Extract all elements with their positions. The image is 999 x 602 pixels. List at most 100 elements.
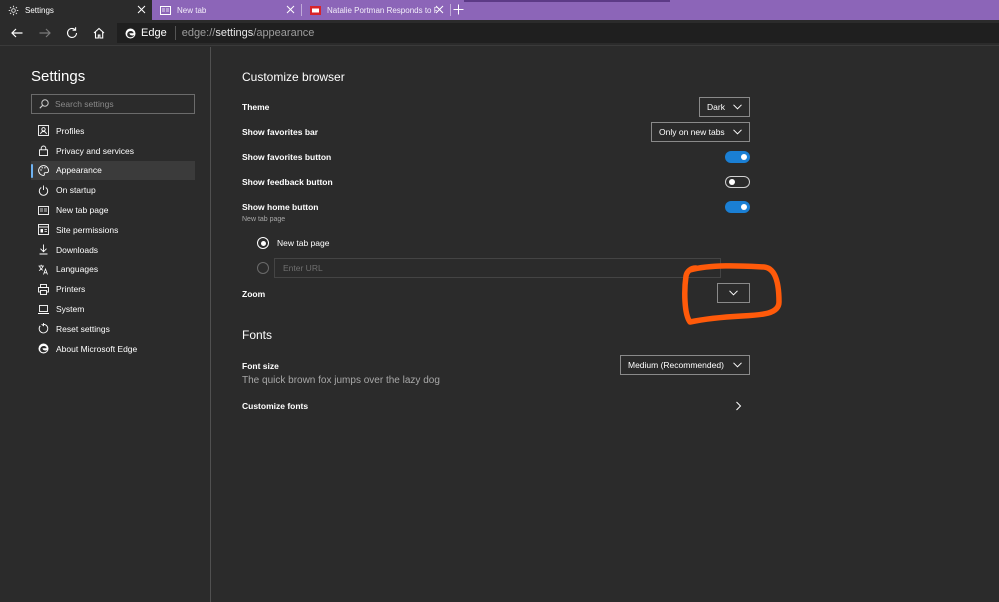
font-size-dropdown[interactable]: Medium (Recommended): [620, 355, 750, 375]
tab-strip: Settings New tab Natalie Portman Respond…: [0, 0, 999, 20]
url-text: edge://settings/appearance: [182, 27, 315, 39]
favorites-button-toggle[interactable]: [725, 151, 750, 163]
radio-new-tab-page[interactable]: [257, 237, 269, 249]
download-icon: [38, 244, 49, 255]
font-size-label: Font size: [242, 361, 279, 371]
home-button-sublabel: New tab page: [242, 216, 286, 223]
sidebar-item-about[interactable]: About Microsoft Edge: [31, 339, 195, 359]
home-url-input[interactable]: [275, 259, 720, 277]
tab-separator: [450, 4, 451, 16]
tab-settings[interactable]: Settings: [0, 0, 152, 20]
close-tab-icon[interactable]: [137, 5, 146, 14]
radio-label-new-tab-page: New tab page: [277, 238, 330, 248]
printer-icon: [38, 283, 49, 295]
sidebar-item-label: Profiles: [56, 125, 85, 136]
sidebar-item-label: System: [56, 304, 85, 315]
url-scheme: edge://: [181, 27, 216, 39]
sidebar-item-languages[interactable]: Languages: [31, 260, 195, 280]
radio-enter-url[interactable]: [257, 262, 269, 274]
sidebar-item-on-startup[interactable]: On startup: [31, 180, 195, 200]
zoom-label: Zoom: [242, 289, 266, 299]
search-input[interactable]: [55, 99, 194, 109]
zoom-dropdown[interactable]: [717, 283, 750, 303]
fonts-heading: Fonts: [242, 328, 273, 342]
sidebar-item-label: Privacy and services: [56, 145, 134, 156]
url-path: /appearance: [253, 27, 315, 39]
sidebar-item-label: Downloads: [56, 244, 99, 255]
chevron-down-icon: [733, 129, 742, 135]
sidebar-item-printers[interactable]: Printers: [31, 279, 195, 299]
theme-dropdown[interactable]: Dark: [699, 97, 750, 117]
sidebar-item-downloads[interactable]: Downloads: [31, 240, 195, 260]
customize-fonts-label[interactable]: Customize fonts: [242, 401, 308, 411]
home-url-field[interactable]: [274, 258, 721, 278]
sidebar-item-label: Site permissions: [56, 224, 119, 235]
favorites-bar-dropdown[interactable]: Only on new tabs: [651, 122, 750, 142]
new-tab-page-icon: [38, 205, 49, 216]
sidebar-item-new-tab-page[interactable]: New tab page: [31, 200, 195, 220]
profile-icon: [38, 125, 49, 137]
chevron-down-icon: [733, 104, 742, 110]
laptop-icon: [38, 304, 49, 315]
chevron-down-icon: [729, 290, 738, 296]
tab-new-tab[interactable]: New tab: [152, 0, 301, 20]
theme-label: Theme: [242, 102, 270, 112]
home-option-new-tab[interactable]: New tab page: [257, 237, 329, 249]
favorites-bar-value: Only on new tabs: [659, 127, 725, 137]
power-icon: [38, 185, 49, 196]
edge-logo-icon: [125, 28, 136, 39]
chevron-down-icon: [733, 362, 742, 368]
back-arrow-icon[interactable]: [10, 26, 24, 40]
close-tab-icon[interactable]: [286, 5, 295, 14]
sidebar-item-profiles[interactable]: Profiles: [31, 121, 195, 141]
home-button-toggle[interactable]: [725, 201, 750, 213]
search-icon: [39, 99, 49, 109]
languages-icon: [38, 264, 49, 275]
feedback-button-label: Show feedback button: [242, 177, 333, 187]
settings-content: Customize browser Theme Dark Show favori…: [212, 47, 999, 602]
new-tab-plus-icon[interactable]: [452, 3, 465, 16]
sidebar-item-label: Languages: [56, 264, 99, 275]
home-icon[interactable]: [92, 26, 106, 40]
tab-title: Settings: [25, 5, 54, 15]
address-separator: [174, 26, 176, 40]
sidebar-item-site-permissions[interactable]: Site permissions: [31, 220, 195, 240]
palette-icon: [38, 165, 49, 176]
chevron-right-icon[interactable]: [735, 401, 742, 411]
sidebar-item-label: On startup: [56, 185, 96, 196]
sidebar-item-label: Reset settings: [56, 323, 110, 334]
sidebar-item-label: About Microsoft Edge: [56, 343, 138, 354]
sidebar-item-label: New tab page: [56, 205, 109, 216]
home-option-url[interactable]: [257, 262, 269, 274]
sidebar-nav: Profiles Privacy and services Appearance…: [31, 121, 195, 359]
theme-value: Dark: [707, 102, 725, 112]
edge-logo-icon: [38, 343, 49, 354]
sidebar-item-privacy[interactable]: Privacy and services: [31, 141, 195, 161]
sidebar-item-appearance[interactable]: Appearance: [31, 160, 195, 181]
site-label: Edge: [141, 27, 167, 39]
refresh-icon[interactable]: [65, 26, 79, 40]
tab-title: Natalie Portman Responds to Re: [327, 5, 437, 15]
favorites-button-label: Show favorites button: [242, 152, 332, 162]
sidebar-item-label: Appearance: [56, 165, 102, 176]
url-host: settings: [215, 27, 254, 39]
home-button-label: Show home button: [242, 202, 319, 212]
address-bar[interactable]: Edge edge://settings/appearance: [117, 23, 999, 43]
font-preview-text: The quick brown fox jumps over the lazy …: [242, 375, 440, 386]
font-size-value: Medium (Recommended): [628, 360, 724, 370]
lock-icon: [38, 145, 49, 157]
sidebar-item-reset-settings[interactable]: Reset settings: [31, 319, 195, 339]
close-tab-icon[interactable]: [435, 5, 444, 14]
settings-sidebar: Settings Profiles Privacy and services A…: [0, 47, 211, 602]
feedback-button-toggle[interactable]: [725, 176, 750, 188]
sidebar-item-system[interactable]: System: [31, 299, 195, 319]
new-tab-page-icon: [160, 5, 171, 16]
sidebar-title: Settings: [31, 68, 86, 85]
news-favicon-icon: [310, 5, 321, 16]
tab-strip-accent: [464, 0, 670, 2]
favorites-bar-label: Show favorites bar: [242, 127, 319, 137]
forward-arrow-icon[interactable]: [38, 26, 52, 40]
reset-icon: [38, 323, 49, 334]
tab-news[interactable]: Natalie Portman Responds to Re: [302, 0, 450, 20]
search-box[interactable]: [31, 94, 195, 114]
